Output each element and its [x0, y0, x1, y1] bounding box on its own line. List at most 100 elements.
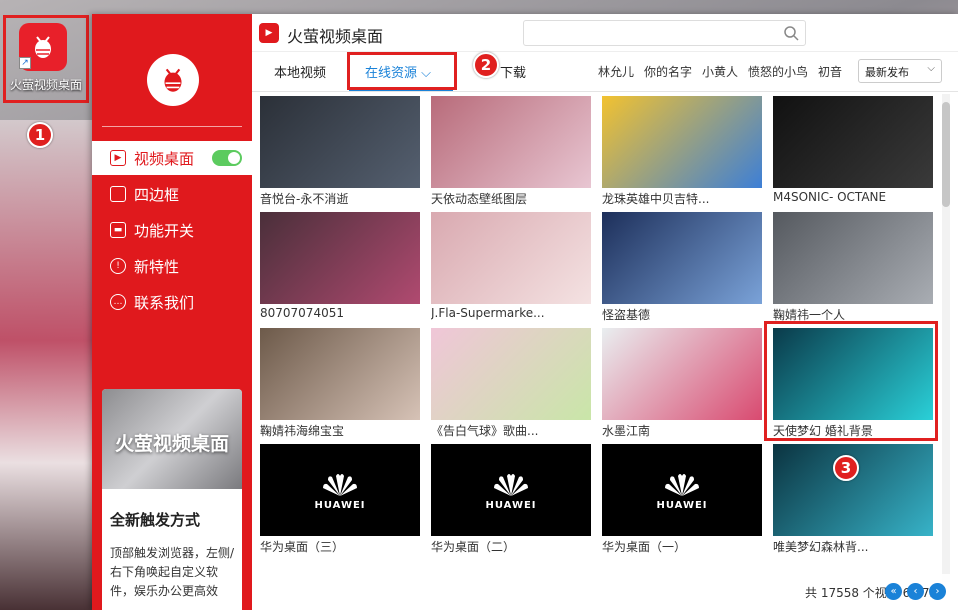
play-icon: ▶	[110, 150, 126, 166]
promo-subtitle: 全新触发方式	[110, 511, 201, 529]
video-caption: 龙珠英雄中贝吉特...	[602, 192, 710, 206]
tab-download[interactable]: 下载	[500, 62, 526, 81]
video-caption: J.Fla-Supermarke...	[431, 306, 545, 320]
step-marker-3: 3	[833, 455, 859, 481]
switch-icon: ▬	[110, 222, 126, 238]
video-caption: M4SONIC- OCTANE	[773, 190, 887, 204]
video-card[interactable]: 《告白气球》歌曲...	[431, 328, 591, 439]
video-caption: 怪盗基德	[602, 308, 651, 322]
video-caption: 华为桌面（二）	[431, 540, 516, 554]
play-icon: ▶	[259, 23, 279, 43]
tag-link[interactable]: 林允儿	[598, 63, 634, 80]
sort-select[interactable]: 最新发布 ⌵	[858, 59, 942, 83]
sidebar-divider	[102, 126, 242, 127]
title-bar: ▶ 火萤视频桌面	[252, 14, 958, 52]
video-thumbnail[interactable]: HUAWEI	[260, 444, 420, 536]
first-page-icon[interactable]: «	[885, 583, 902, 600]
video-card[interactable]: 天依动态壁纸图层	[431, 96, 591, 207]
sidebar-item-feature-switch[interactable]: ▬ 功能开关	[92, 213, 252, 247]
video-card[interactable]: 龙珠英雄中贝吉特...	[602, 96, 762, 207]
video-thumbnail[interactable]	[260, 96, 420, 188]
next-page-icon[interactable]: ›	[929, 583, 946, 600]
desktop-icon-label[interactable]: 火萤视频桌面	[6, 76, 86, 93]
video-caption: 天使梦幻 婚礼背景	[773, 424, 873, 438]
sidebar-item-four-border[interactable]: 四边框	[92, 177, 252, 211]
huawei-logo-icon	[665, 473, 699, 496]
app-window: ▶ 视频桌面 四边框 ▬ 功能开关 ! 新特性 … 联系我们 火萤视频桌面 全新…	[92, 14, 958, 610]
sidebar-item-new-features[interactable]: ! 新特性	[92, 249, 252, 283]
chat-icon: …	[110, 294, 126, 310]
desktop-wallpaper-figure	[0, 120, 92, 610]
tag-link[interactable]: 你的名字	[644, 63, 692, 80]
video-thumbnail[interactable]	[602, 212, 762, 304]
shortcut-arrow-icon: ↗	[19, 57, 31, 69]
sidebar: ▶ 视频桌面 四边框 ▬ 功能开关 ! 新特性 … 联系我们 火萤视频桌面 全新…	[92, 14, 252, 610]
tag-link[interactable]: 愤怒的小鸟	[748, 63, 808, 80]
sort-selected-value: 最新发布	[865, 66, 909, 79]
video-thumbnail[interactable]	[602, 328, 762, 420]
scroll-thumb[interactable]	[942, 102, 950, 207]
video-card[interactable]: HUAWEI 华为桌面（三）	[260, 444, 420, 555]
tab-local-video[interactable]: 本地视频	[274, 62, 326, 81]
huawei-logo-text: HUAWEI	[314, 499, 366, 511]
video-caption: 80707074051	[260, 306, 344, 320]
sidebar-item-label: 四边框	[134, 185, 180, 204]
promo-card[interactable]: 火萤视频桌面 全新触发方式 顶部触发浏览器，左侧/右下角唤起自定义软件，娱乐办公…	[102, 389, 242, 610]
bulb-icon: !	[110, 258, 126, 274]
video-card[interactable]: 音悦台-永不消逝	[260, 96, 420, 207]
video-desktop-toggle[interactable]	[212, 150, 242, 166]
prev-page-icon[interactable]: ‹	[907, 583, 924, 600]
video-card[interactable]: 鞠婧祎海绵宝宝	[260, 328, 420, 439]
vertical-scrollbar[interactable]	[942, 94, 950, 582]
video-caption: 鞠婧祎一个人	[773, 308, 846, 322]
search-input[interactable]	[523, 20, 806, 46]
video-caption: 唯美梦幻森林背...	[773, 540, 869, 554]
video-grid: 音悦台-永不消逝 天依动态壁纸图层 龙珠英雄中贝吉特... M4SONIC- OCTA…	[252, 92, 958, 584]
sidebar-item-label: 联系我们	[134, 293, 195, 312]
video-thumbnail[interactable]	[260, 212, 420, 304]
video-thumbnail[interactable]	[773, 96, 933, 188]
promo-description: 顶部触发浏览器，左侧/右下角唤起自定义软件，娱乐办公更高效	[110, 546, 235, 598]
video-caption: 华为桌面（三）	[260, 540, 345, 554]
sidebar-item-contact-us[interactable]: … 联系我们	[92, 285, 252, 319]
video-card[interactable]: HUAWEI 华为桌面（一）	[602, 444, 762, 555]
tab-bar: 本地视频 在线资源 ⌵ 下载 林允儿 你的名字 小黄人 愤怒的小鸟 初音 最新发…	[252, 52, 958, 92]
video-card[interactable]: HUAWEI 华为桌面（二）	[431, 444, 591, 555]
video-card[interactable]: 水墨江南	[602, 328, 762, 439]
step-marker-2: 2	[473, 52, 499, 78]
sidebar-item-label: 新特性	[134, 257, 180, 276]
firefly-logo-icon	[164, 68, 182, 92]
video-thumbnail[interactable]: HUAWEI	[431, 444, 591, 536]
tag-link[interactable]: 小黄人	[702, 63, 738, 80]
video-card[interactable]: 鞠婧祎一个人	[773, 212, 933, 323]
app-title: 火萤视频桌面	[287, 27, 384, 46]
video-thumbnail[interactable]: HUAWEI	[602, 444, 762, 536]
video-thumbnail[interactable]	[431, 212, 591, 304]
video-thumbnail[interactable]	[773, 328, 933, 420]
huawei-logo-icon	[323, 473, 357, 496]
chevron-down-icon: ⌵	[927, 63, 935, 74]
search-icon[interactable]	[783, 25, 799, 41]
video-card[interactable]: 怪盗基德	[602, 212, 762, 323]
tab-highlight	[347, 52, 457, 90]
frame-icon	[110, 186, 126, 202]
video-card[interactable]: M4SONIC- OCTANE	[773, 96, 933, 204]
huawei-logo-text: HUAWEI	[485, 499, 537, 511]
status-bar: 共 17558 个视频 6/272 « ‹ ›	[252, 574, 958, 610]
video-card[interactable]: J.Fla-Supermarke...	[431, 212, 591, 320]
video-thumbnail[interactable]	[431, 96, 591, 188]
sidebar-item-video-desktop[interactable]: ▶ 视频桌面	[92, 141, 252, 175]
video-caption: 音悦台-永不消逝	[260, 192, 349, 206]
video-thumbnail[interactable]	[260, 328, 420, 420]
app-logo	[147, 54, 199, 106]
video-thumbnail[interactable]	[773, 212, 933, 304]
tag-link[interactable]: 初音	[818, 63, 842, 80]
sidebar-item-label: 视频桌面	[134, 149, 195, 168]
video-card[interactable]: 天使梦幻 婚礼背景	[773, 328, 933, 439]
video-caption: 华为桌面（一）	[602, 540, 687, 554]
video-caption: 天依动态壁纸图层	[431, 192, 528, 206]
video-caption: 鞠婧祎海绵宝宝	[260, 424, 345, 438]
video-thumbnail[interactable]	[431, 328, 591, 420]
video-card[interactable]: 80707074051	[260, 212, 420, 320]
video-thumbnail[interactable]	[602, 96, 762, 188]
